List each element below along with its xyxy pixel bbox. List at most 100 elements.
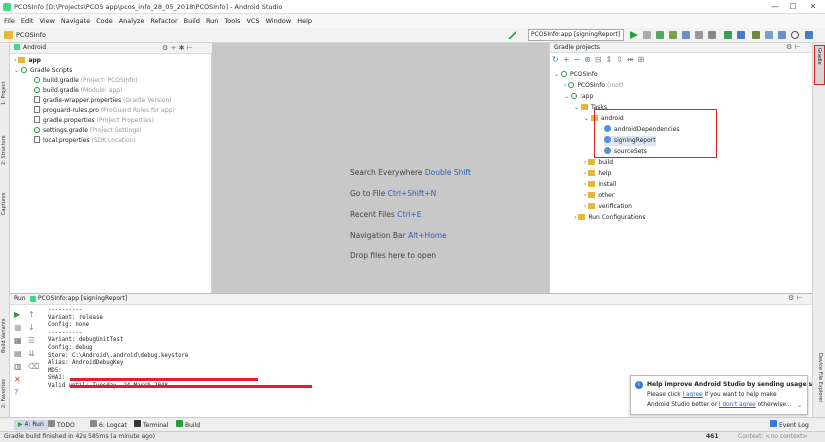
- menu-help[interactable]: Help: [297, 14, 312, 28]
- panel-settings-icon[interactable]: ⚙ ÷ ✱ ⊢: [162, 44, 193, 52]
- gradle-item[interactable]: › help: [584, 169, 611, 179]
- run-panel-settings-icon[interactable]: ⚙ ⊢: [788, 294, 803, 302]
- gradle-item[interactable]: › install: [584, 180, 616, 190]
- project-tool-tab[interactable]: 1: Project: [1, 81, 7, 105]
- collapse-all-icon[interactable]: ⇳: [616, 55, 627, 64]
- tree-item[interactable]: proguard-rules.pro (ProGuard Rules for a…: [34, 106, 175, 116]
- folder-icon: [588, 192, 596, 198]
- add-icon[interactable]: +: [563, 55, 574, 64]
- disagree-link[interactable]: I don't agree: [719, 402, 756, 408]
- folder-icon: [588, 203, 596, 209]
- gradle-panel-header: Gradle projects ⚙ ⊢: [550, 43, 813, 53]
- attach-debugger-icon[interactable]: [682, 31, 690, 39]
- down-icon[interactable]: ↓: [28, 321, 39, 334]
- tree-item-app[interactable]: › app: [14, 56, 41, 66]
- profile-icon[interactable]: [669, 31, 677, 39]
- caret-position[interactable]: 461: [706, 433, 719, 440]
- menu-run[interactable]: Run: [206, 14, 218, 28]
- execute-task-icon[interactable]: ⊛: [584, 55, 595, 64]
- device-monitor-icon[interactable]: [765, 31, 773, 39]
- gradle-item[interactable]: › other: [584, 191, 614, 201]
- captures-tool-tab[interactable]: Captures: [1, 193, 7, 216]
- structure-tool-tab[interactable]: 2: Structure: [1, 135, 7, 165]
- gradle-panel-settings-icon[interactable]: ⚙ ⊢: [786, 43, 801, 51]
- build-variants-tab[interactable]: Build Variants: [1, 319, 7, 353]
- run-icon[interactable]: [630, 31, 638, 39]
- menu-edit[interactable]: Edit: [21, 14, 34, 28]
- device-file-explorer-tab[interactable]: Device File Explorer: [817, 353, 823, 402]
- maximize-button[interactable]: ☐: [786, 1, 800, 13]
- tree-item[interactable]: gradle.properties (Project Properties): [34, 116, 154, 126]
- sync-gradle-icon[interactable]: [724, 31, 732, 39]
- up-icon[interactable]: ↑: [28, 308, 39, 321]
- apply-changes-icon[interactable]: [643, 31, 651, 39]
- bottom-tool-tabs: ▶ 4: Run TODO 6: Logcat Terminal Build E…: [0, 417, 825, 431]
- soft-wrap-icon[interactable]: ☰: [28, 334, 39, 347]
- project-view-select[interactable]: Android: [23, 44, 46, 51]
- coverage-icon[interactable]: [695, 31, 703, 39]
- menu-view[interactable]: View: [39, 14, 54, 28]
- tree-item[interactable]: build.gradle (Module: app): [34, 86, 122, 96]
- tree-item-gradle-scripts[interactable]: ⌄ Gradle Scripts: [14, 66, 72, 76]
- gradle-item[interactable]: › PCOSInfo (root): [564, 81, 624, 91]
- run-tool-tab[interactable]: ▶ 4: Run: [14, 420, 48, 430]
- delete-icon[interactable]: ⌫: [28, 360, 39, 373]
- print-icon[interactable]: ▥: [14, 360, 22, 373]
- gradle-item-root[interactable]: ⌄ PCOSInfo: [554, 70, 598, 80]
- rerun-icon[interactable]: ▶: [14, 308, 22, 321]
- build-tool-tab[interactable]: Build: [176, 420, 200, 431]
- expand-all-icon[interactable]: ⇕: [606, 55, 617, 64]
- gradle-item[interactable]: › build: [584, 158, 613, 168]
- layout-inspector-icon[interactable]: [778, 31, 786, 39]
- make-project-icon[interactable]: [508, 31, 516, 39]
- run-configuration-select[interactable]: PCOSInfo:app [signingReport]: [528, 29, 624, 41]
- notification-title: Help improve Android Studio by sending u…: [647, 381, 813, 388]
- todo-tool-tab[interactable]: TODO: [48, 420, 75, 431]
- logcat-tool-tab[interactable]: 6: Logcat: [90, 420, 127, 431]
- gradle-item-app[interactable]: ⌄ :app: [564, 92, 593, 102]
- chevron-down-icon[interactable]: ⌄: [797, 402, 802, 409]
- scroll-to-end-icon[interactable]: ⇊: [28, 347, 39, 360]
- help-icon[interactable]: ?: [14, 386, 22, 399]
- help-icon[interactable]: [805, 31, 813, 39]
- stop-icon[interactable]: [708, 31, 716, 39]
- tree-item[interactable]: build.gradle (Project: PCOSInfo): [34, 76, 138, 86]
- stop-icon[interactable]: ■: [14, 321, 22, 334]
- event-log-tab[interactable]: Event Log: [770, 420, 809, 431]
- favorites-tab[interactable]: 2: Favorites: [1, 379, 7, 408]
- menu-file[interactable]: File: [4, 14, 15, 28]
- gradle-item[interactable]: › Run Configurations: [574, 213, 646, 223]
- breadcrumb[interactable]: PCOSInfo: [16, 31, 46, 39]
- gradle-tool-tab[interactable]: Gradle: [814, 45, 825, 85]
- menu-navigate[interactable]: Navigate: [61, 14, 90, 28]
- menu-refactor[interactable]: Refactor: [150, 14, 177, 28]
- tree-item[interactable]: settings.gradle (Project Settings): [34, 126, 142, 136]
- editor-area[interactable]: Search Everywhere Double Shift Go to Fil…: [212, 43, 549, 293]
- run-tab[interactable]: PCOSInfo:app [signingReport]: [38, 295, 127, 302]
- menu-analyze[interactable]: Analyze: [119, 14, 145, 28]
- minimize-button[interactable]: —: [768, 1, 782, 13]
- settings-icon[interactable]: ⊞: [638, 55, 649, 64]
- menu-code[interactable]: Code: [96, 14, 113, 28]
- search-icon[interactable]: [791, 31, 799, 39]
- menu-tools[interactable]: Tools: [224, 14, 240, 28]
- avd-manager-icon[interactable]: [752, 31, 760, 39]
- toggle-offline-icon[interactable]: ⊟: [595, 55, 606, 64]
- menu-build[interactable]: Build: [184, 14, 200, 28]
- menu-window[interactable]: Window: [266, 14, 292, 28]
- sdk-manager-icon[interactable]: [737, 31, 745, 39]
- remove-icon[interactable]: −: [573, 55, 584, 64]
- tree-item[interactable]: local.properties (SDK Location): [34, 136, 136, 146]
- menu-vcs[interactable]: VCS: [246, 14, 259, 28]
- refresh-icon[interactable]: ↻: [552, 55, 563, 64]
- agree-link[interactable]: I agree: [682, 392, 702, 398]
- link-icon[interactable]: ⇹: [627, 55, 638, 64]
- clear-icon[interactable]: ✕: [14, 373, 22, 386]
- close-button[interactable]: ✕: [806, 1, 820, 13]
- pin-icon[interactable]: ▤: [14, 347, 22, 360]
- restore-layout-icon[interactable]: ▦: [14, 334, 22, 347]
- gradle-item[interactable]: › verification: [584, 202, 632, 212]
- tree-item[interactable]: gradle-wrapper.properties (Gradle Versio…: [34, 96, 172, 106]
- debug-icon[interactable]: [656, 31, 664, 39]
- terminal-tool-tab[interactable]: Terminal: [134, 420, 168, 431]
